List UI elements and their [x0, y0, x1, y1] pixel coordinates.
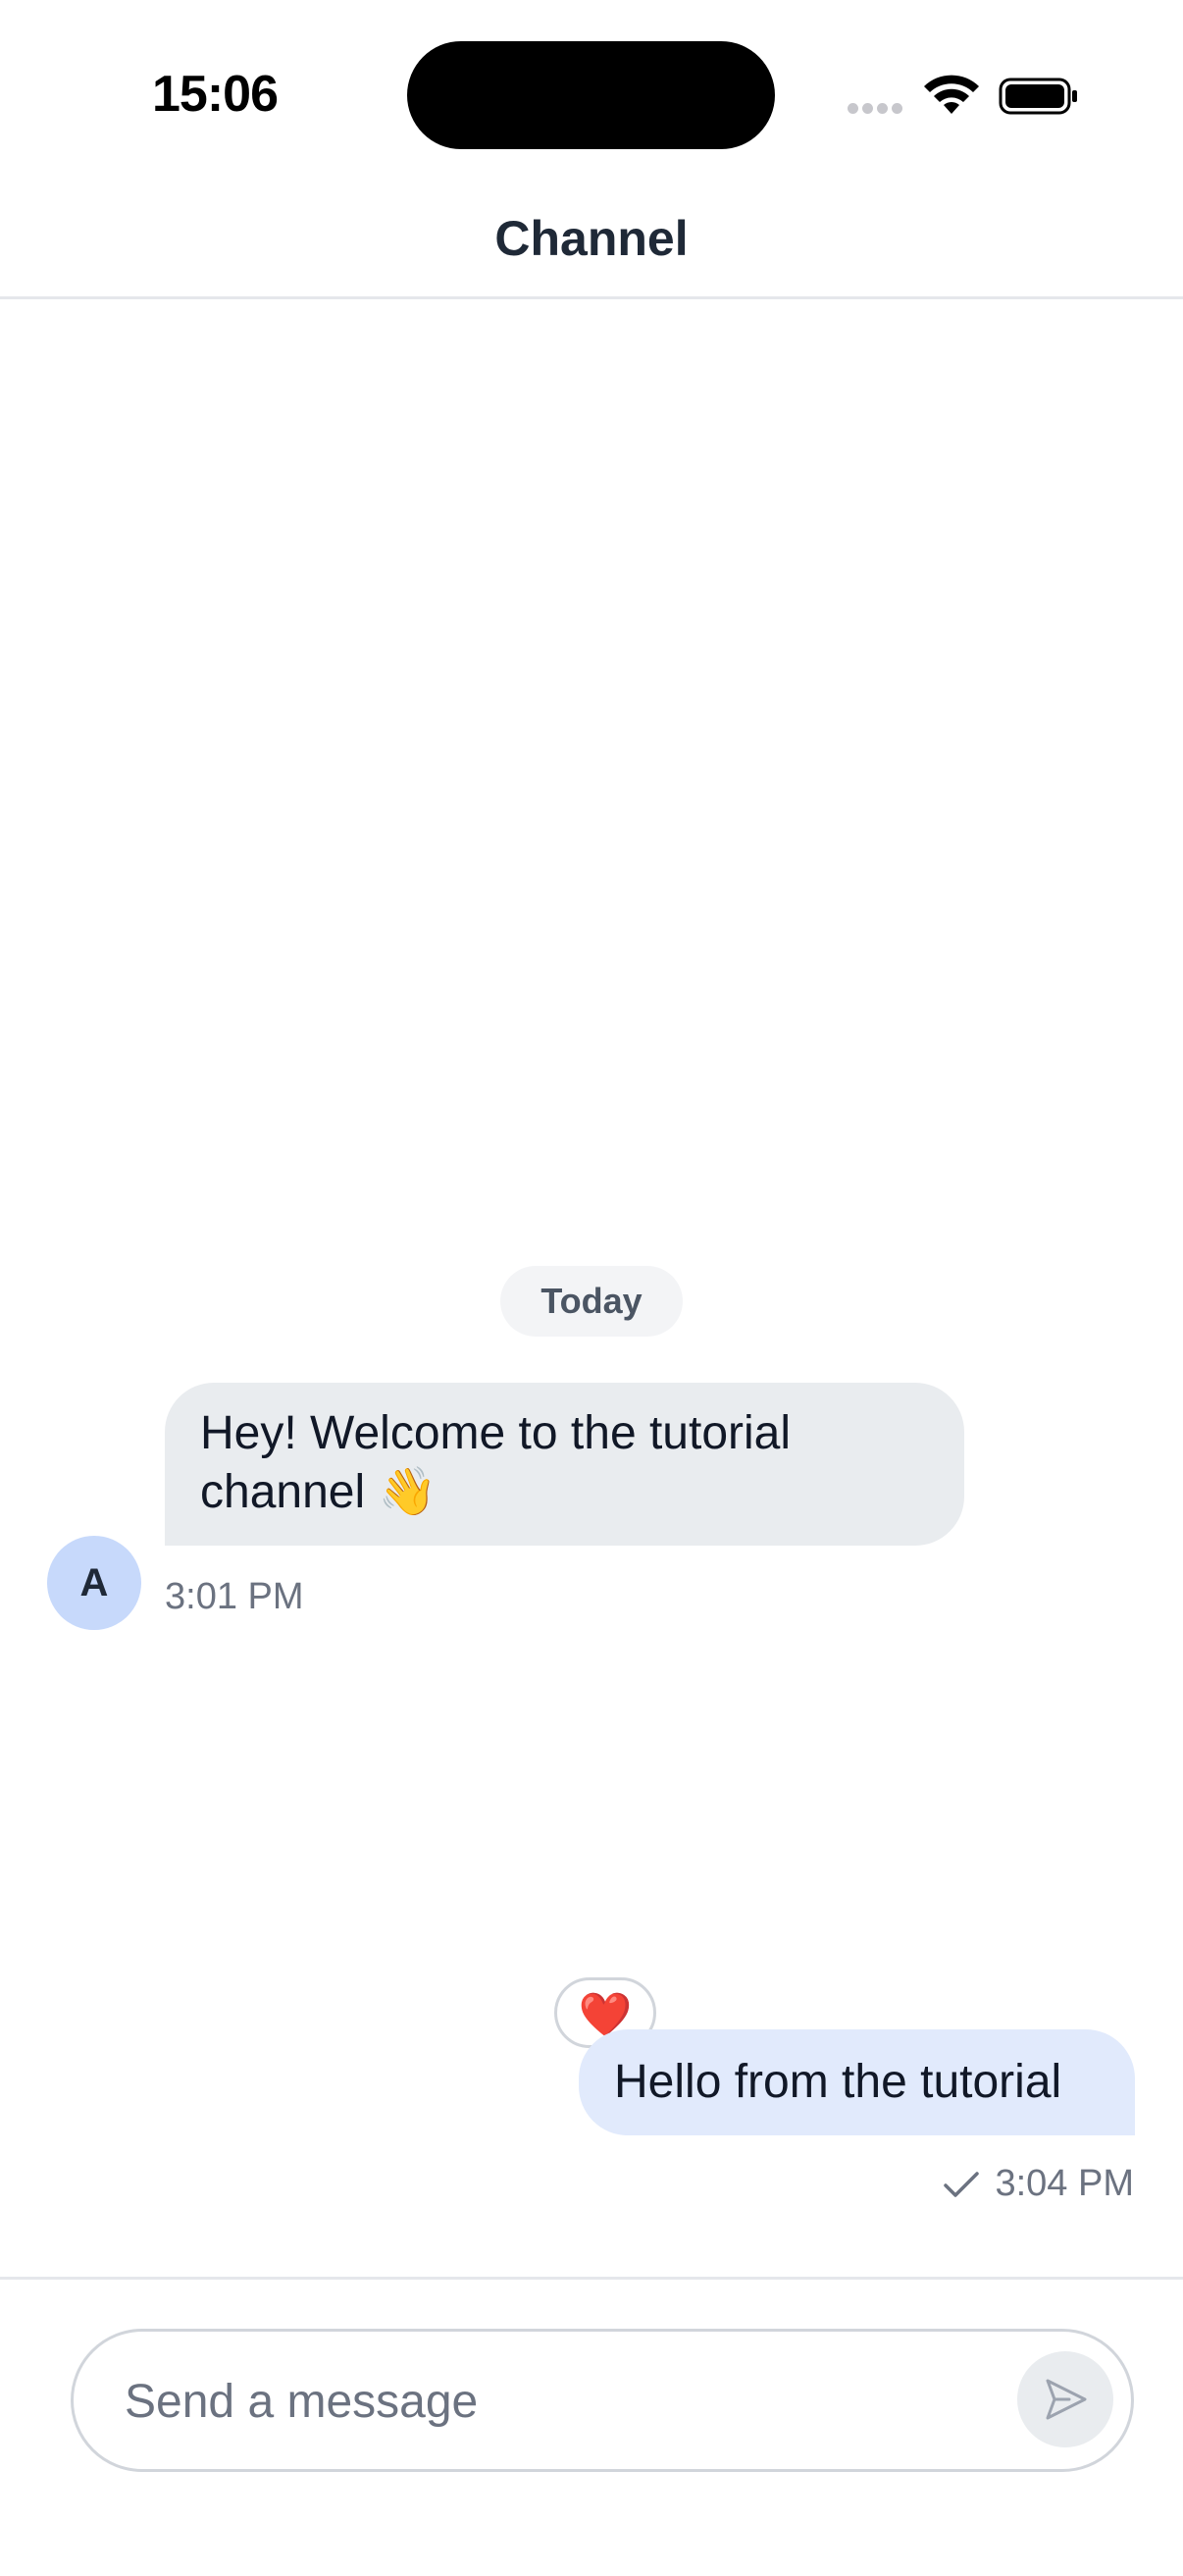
- incoming-message-bubble[interactable]: Hey! Welcome to the tutorial channel 👋: [165, 1383, 964, 1546]
- channel-header: Channel: [0, 186, 1183, 299]
- message-input-container[interactable]: [71, 2329, 1134, 2472]
- date-separator: Today: [500, 1266, 683, 1337]
- outgoing-message-meta: 3:04 PM: [942, 2163, 1134, 2205]
- incoming-message-time: 3:01 PM: [165, 1576, 304, 1617]
- wifi-icon: [924, 75, 979, 114]
- send-button[interactable]: [1017, 2351, 1113, 2447]
- outgoing-message-bubble[interactable]: Hello from the tutorial: [579, 2029, 1135, 2135]
- checkmark-icon: [944, 2171, 980, 2197]
- send-icon: [1046, 2379, 1087, 2420]
- status-time: 15:06: [152, 66, 279, 123]
- avatar[interactable]: A: [47, 1536, 141, 1630]
- message-composer: [0, 2277, 1183, 2576]
- page-title: Channel: [494, 211, 689, 266]
- message-input[interactable]: [123, 2332, 990, 2471]
- cellular-signal-icon: [848, 101, 906, 115]
- battery-icon: [999, 78, 1077, 115]
- outgoing-message-time: 3:04 PM: [995, 2163, 1134, 2204]
- status-bar: 15:06: [0, 0, 1183, 186]
- dynamic-island: [407, 41, 775, 149]
